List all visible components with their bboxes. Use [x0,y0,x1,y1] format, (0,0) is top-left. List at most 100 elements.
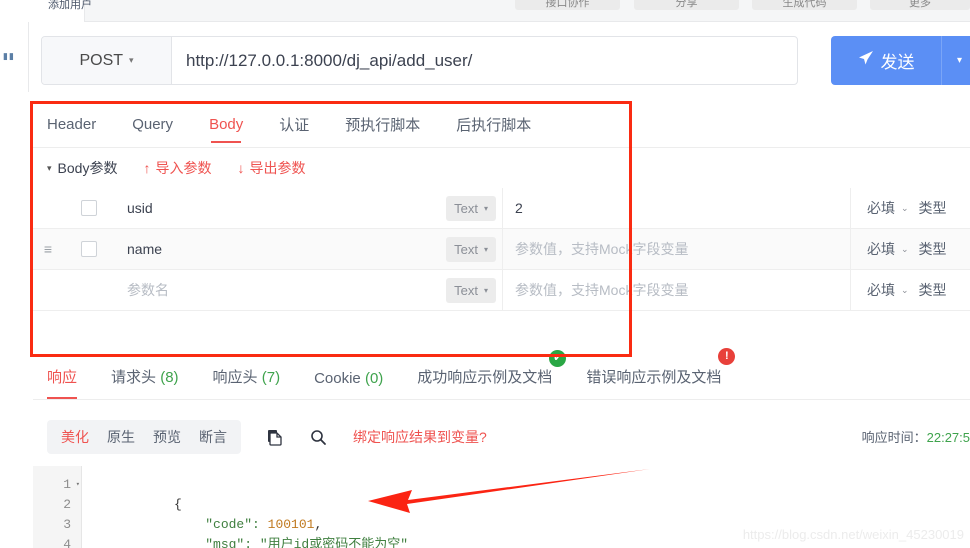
param-name-input[interactable]: 参数名 [115,280,412,300]
param-required-label[interactable]: 必填 [867,280,895,300]
row-checkbox[interactable] [81,200,97,216]
param-required-label[interactable]: 必填 [867,239,895,259]
response-time-value: 22:27:5 [926,430,970,445]
tab-cookie[interactable]: Cookie (0) [314,370,383,399]
chevron-down-icon[interactable]: ⌄ [901,285,909,296]
view-preview[interactable]: 预览 [153,427,181,447]
send-button[interactable]: 发送 [831,36,941,85]
param-type-selector[interactable]: Text ▾ [446,277,496,303]
tab-response-headers-label: 响应头 [212,369,258,386]
tab-auth[interactable]: 认证 [279,102,309,148]
param-value-input[interactable]: 参数值，支持Mock字段变量 [502,269,850,311]
tab-error-example-label: 错误响应示例及文档 [586,369,722,386]
code-token: 100101 [267,517,315,532]
param-type-column-label[interactable]: 类型 [919,280,947,300]
search-icon[interactable] [307,426,329,448]
body-param-toolbar: ▾ Body参数 ↑ 导入参数 ↓ 导出参数 [33,148,970,188]
tab-response-label: 响应 [47,369,78,386]
chevron-down-icon: ▾ [47,162,52,173]
top-chrome-strip: 添加用户 接口协作 分享 生成代码 更多 [0,0,970,22]
import-params-label: 导入参数 [155,160,212,176]
code-line: { [96,475,970,512]
tab-cookie-count: (0) [364,370,384,387]
send-options-dropdown[interactable]: ▾ [941,36,970,85]
tab-body[interactable]: Body [209,102,243,148]
row-checkbox-cell [63,241,115,257]
line-number: 2 [63,497,71,512]
top-button-generate-code[interactable]: 生成代码 [752,0,857,10]
request-tab-bar: Header Query Body 认证 预执行脚本 后执行脚本 [33,102,970,148]
tab-cookie-label: Cookie [314,370,361,387]
export-params-button[interactable]: ↓ 导出参数 [237,158,305,178]
view-raw[interactable]: 原生 [107,427,135,447]
param-type-label: Text [454,200,478,216]
view-beautify[interactable]: 美化 [61,427,89,447]
api-client-window: 添加用户 接口协作 分享 生成代码 更多 ▮▮ POST ▾ 发送 ▾ [0,0,970,548]
tab-query[interactable]: Query [132,102,173,148]
tab-request-headers[interactable]: 请求头 (8) [111,366,179,399]
request-url-bar: POST ▾ [41,36,798,85]
param-type-column-label[interactable]: 类型 [919,239,947,259]
code-token: "code": [174,517,268,532]
code-line: "code": 100101, [96,495,970,532]
param-type-column-label[interactable]: 类型 [919,198,947,218]
param-value-input[interactable]: 参数值，支持Mock字段变量 [502,228,850,270]
body-params-title: Body参数 [57,160,118,176]
send-plane-icon [858,50,874,71]
top-button-share[interactable]: 分享 [634,0,739,10]
copy-icon[interactable] [263,426,285,448]
tab-post-script[interactable]: 后执行脚本 [456,102,531,148]
chevron-down-icon[interactable]: ⌄ [901,244,909,255]
response-view-segmented: 美化 原生 预览 断言 [47,420,241,454]
row-drag-handle[interactable]: ≡ [33,241,63,257]
param-required-label[interactable]: 必填 [867,198,895,218]
http-method-selector[interactable]: POST ▾ [42,37,172,84]
chevron-down-icon[interactable]: ⌄ [901,203,909,214]
chevron-down-icon: ▾ [129,55,134,65]
http-method-label: POST [79,51,124,69]
view-assert[interactable]: 断言 [199,427,227,447]
param-type-selector[interactable]: Text ▾ [446,236,496,262]
param-type-label: Text [454,282,478,298]
param-type-cell: Text ▾ [412,236,502,262]
tab-success-example-label: 成功响应示例及文档 [417,369,553,386]
tab-error-example[interactable]: 错误响应示例及文档 ! [586,348,736,399]
top-button-collaborate[interactable]: 接口协作 [515,0,620,10]
tab-success-example[interactable]: 成功响应示例及文档 ✔ [417,350,567,399]
param-type-cell: Text ▾ [412,195,502,221]
sidebar-rail: ▮▮ [0,22,28,548]
response-tab-bar: 响应 请求头 (8) 响应头 (7) Cookie (0) 成功响应示例及文档 … [33,348,970,400]
tab-header[interactable]: Header [47,102,96,148]
success-check-icon: ✔ [549,350,567,367]
code-fold-icon[interactable]: ▾ [76,475,80,495]
body-param-table: usid Text ▾ 2 必填 ⌄ 类型 ≡ name Text ▾ 参数值，… [33,187,970,311]
body-params-collapse[interactable]: ▾ Body参数 [47,158,117,178]
import-params-button[interactable]: ↑ 导入参数 [143,158,211,178]
main-content: POST ▾ 发送 ▾ Header Query Body 认证 预执行脚本 后… [29,22,970,548]
row-checkbox[interactable] [81,241,97,257]
code-token: , [314,517,323,532]
arrow-down-icon: ↓ [237,160,245,176]
chevron-down-icon: ▾ [483,244,488,254]
line-number: 1 ▾ [33,475,81,495]
export-params-label: 导出参数 [249,160,306,176]
tab-pre-script[interactable]: 预执行脚本 [345,102,420,148]
param-name-input[interactable]: name [115,241,412,257]
top-button-more[interactable]: 更多 [870,0,970,10]
table-row: 参数名 Text ▾ 参数值，支持Mock字段变量 必填 ⌄ 类型 [33,269,970,311]
send-button-label: 发送 [880,53,915,72]
tab-response[interactable]: 响应 [47,366,78,399]
param-name-input[interactable]: usid [115,200,412,216]
param-type-selector[interactable]: Text ▾ [446,195,496,221]
line-number: 3 [63,517,71,532]
bind-response-to-variable-link[interactable]: 绑定响应结果到变量? [353,427,487,447]
tab-response-headers[interactable]: 响应头 (7) [213,366,281,399]
response-time-label: 响应时间： [861,430,927,445]
sidebar-collapse-handle[interactable]: ▮▮ [3,52,15,61]
response-time: 响应时间：22:27:5 [862,427,970,446]
param-value-input[interactable]: 2 [502,187,850,229]
chevron-down-icon: ▾ [956,55,963,66]
tab-request-headers-label: 请求头 [111,369,157,386]
open-api-tab[interactable]: 添加用户 [48,0,138,12]
url-input[interactable] [172,37,797,84]
